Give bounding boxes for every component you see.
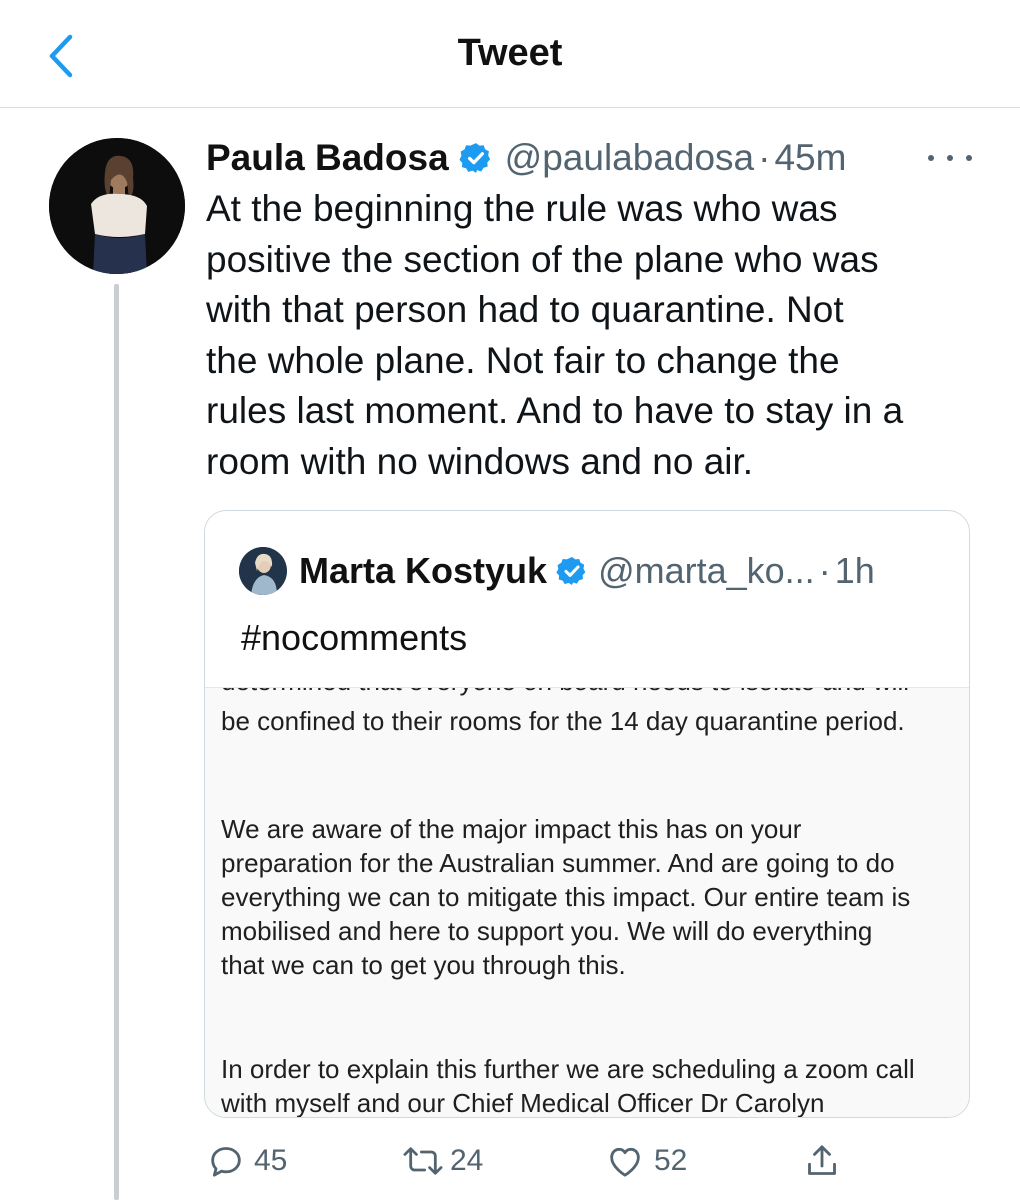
heart-icon: [610, 1147, 640, 1177]
image-paragraph: We are aware of the major impact this ha…: [221, 812, 961, 982]
image-line: everything we can to mitigate this impac…: [221, 882, 911, 912]
dot: [928, 155, 934, 161]
separator-dot: ·: [818, 550, 831, 591]
image-line: We are aware of the major impact this ha…: [221, 814, 802, 844]
quoted-tweet-header: Marta Kostyuk @marta_ko... · 1h: [239, 547, 875, 595]
image-paragraph: be confined to their rooms for the 14 da…: [221, 706, 905, 736]
verified-badge-icon: [556, 557, 586, 585]
avatar[interactable]: [49, 138, 185, 274]
image-line: mobilised and here to support you. We wi…: [221, 916, 873, 946]
retweet-icon: [403, 1147, 443, 1175]
share-button[interactable]: [802, 1136, 842, 1186]
top-bar: Tweet: [0, 0, 1020, 108]
tweet-text-line: positive the section of the plane who wa…: [206, 238, 879, 280]
like-button[interactable]: 52: [604, 1136, 687, 1186]
tweet-text-line: the whole plane. Not fair to change the: [206, 339, 840, 381]
image-line: preparation for the Australian summer. A…: [221, 848, 895, 878]
image-line: that we can to get you through this.: [221, 950, 626, 980]
reply-count: 45: [254, 1144, 288, 1177]
thread-line: [114, 284, 119, 1200]
image-cut-line: determined that everyone on board needs …: [221, 688, 909, 696]
image-paragraph: In order to explain this further we are …: [221, 1052, 961, 1118]
quoted-author-handle: @marta_ko...: [598, 550, 815, 591]
dot: [966, 155, 972, 161]
share-icon: [808, 1145, 836, 1175]
retweet-button[interactable]: 24: [400, 1136, 483, 1186]
quoted-avatar-photo: [239, 547, 287, 595]
retweet-count: 24: [450, 1144, 484, 1177]
tweet-text: At the beginning the rule was who was po…: [206, 184, 986, 487]
separator-dot: ·: [758, 137, 771, 178]
image-line: In order to explain this further we are …: [221, 1054, 915, 1084]
dot: [947, 155, 953, 161]
quoted-tweet-card[interactable]: Marta Kostyuk @marta_ko... · 1h #nocomme…: [204, 510, 970, 1118]
quoted-screenshot-image[interactable]: determined that everyone on board needs …: [205, 687, 969, 1118]
like-count: 52: [654, 1144, 688, 1177]
verified-badge-icon: [459, 143, 490, 173]
quoted-timestamp: 1h: [834, 550, 875, 591]
reply-icon: [211, 1147, 241, 1177]
more-options-icon[interactable]: [928, 140, 972, 176]
tweet-text-line: with that person had to quarantine. Not: [206, 289, 844, 330]
author-handle[interactable]: @paulabadosa: [505, 137, 754, 179]
page-title: Tweet: [457, 32, 563, 74]
tweet-header: Paula Badosa @paulabadosa · 45m: [206, 134, 846, 182]
quoted-avatar: [239, 547, 287, 595]
tweet-text-line: rules last moment. And to have to stay i…: [206, 390, 904, 431]
tweet-action-bar: 45 24 52: [206, 1136, 846, 1186]
image-line: with myself and our Chief Medical Office…: [221, 1088, 825, 1118]
tweet-timestamp[interactable]: 45m: [774, 137, 846, 179]
avatar-photo: [49, 138, 185, 274]
author-name[interactable]: Paula Badosa: [206, 137, 449, 179]
quoted-author-name: Marta Kostyuk: [299, 550, 548, 591]
reply-button[interactable]: 45: [206, 1136, 287, 1186]
tweet-text-line: At the beginning the rule was who was: [206, 188, 838, 229]
quoted-tweet-text: #nocomments: [241, 617, 468, 658]
tweet-text-line: room with no windows and no air.: [206, 440, 754, 482]
